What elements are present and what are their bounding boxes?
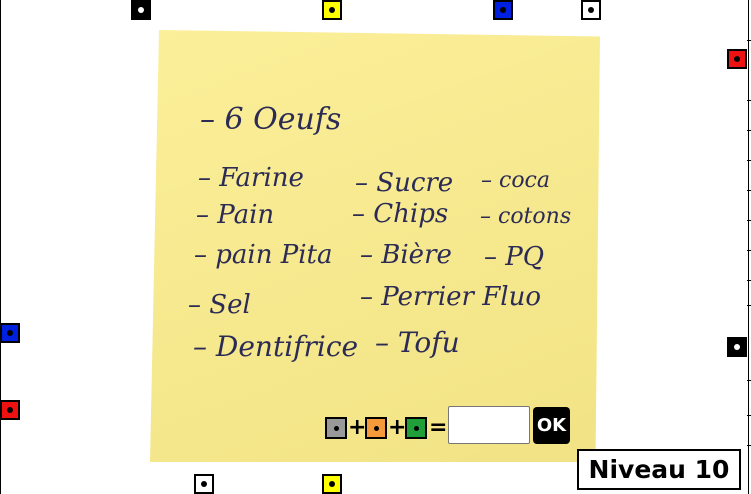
note-line-pain-pita: – pain Pita xyxy=(194,240,333,270)
peg-left-blue[interactable] xyxy=(0,323,20,343)
peg-right-red[interactable] xyxy=(727,49,747,69)
peg-bottom-yellow[interactable] xyxy=(322,474,342,494)
note-line-dentifrice: – Dentifrice xyxy=(193,330,359,363)
note-line-pq: – PQ xyxy=(484,242,545,272)
peg-top-white[interactable] xyxy=(581,0,601,20)
plus-sign: + xyxy=(348,415,367,440)
note-line-biere: – Bière xyxy=(360,240,452,270)
note-line-chips: – Chips xyxy=(352,199,449,229)
note-line-cotons: – cotons xyxy=(480,204,572,229)
answer-input[interactable] xyxy=(448,406,530,444)
equation-peg-green xyxy=(405,417,427,439)
note-line-pain: – Pain xyxy=(196,200,275,230)
peg-top-blue[interactable] xyxy=(493,0,513,20)
equation-peg-orange xyxy=(365,417,387,439)
note-line-tofu: – Tofu xyxy=(375,326,460,359)
note-line-perrier: – Perrier Fluo xyxy=(360,282,541,312)
note-line-oeufs: – 6 Oeufs xyxy=(200,102,342,137)
note-line-sucre: – Sucre xyxy=(355,168,454,198)
peg-bottom-white[interactable] xyxy=(194,474,214,494)
peg-top-black[interactable] xyxy=(131,0,151,20)
peg-left-red[interactable] xyxy=(0,400,20,420)
level-label: Niveau 10 xyxy=(577,449,741,490)
equals-sign: = xyxy=(429,415,448,440)
note-line-coca: – coca xyxy=(481,168,550,193)
note-line-farine: – Farine xyxy=(198,163,304,193)
peg-right-black[interactable] xyxy=(727,337,747,357)
ok-button[interactable]: OK xyxy=(533,407,570,444)
plus-sign: + xyxy=(388,415,407,440)
equation-peg-gray xyxy=(325,417,347,439)
note-line-sel: – Sel xyxy=(188,290,251,320)
peg-top-yellow[interactable] xyxy=(322,0,342,20)
right-border xyxy=(748,0,749,494)
